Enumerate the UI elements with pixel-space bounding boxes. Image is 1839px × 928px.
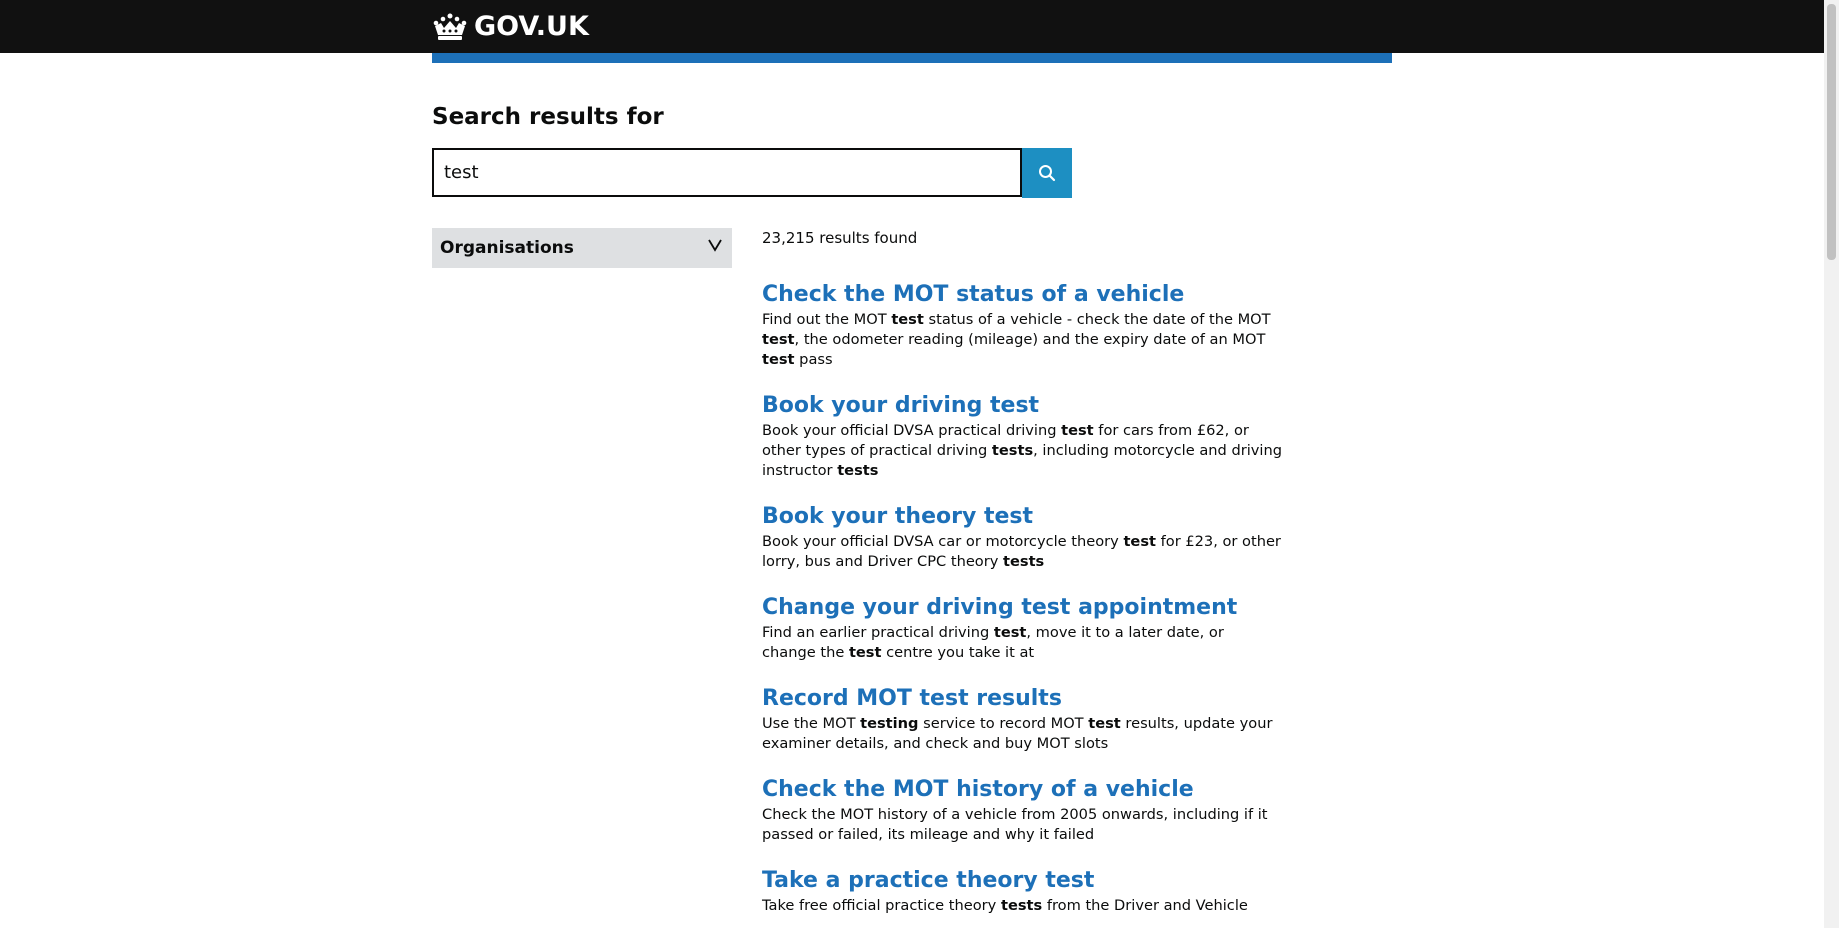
description-text: pass: [794, 351, 833, 368]
results-list: Check the MOT status of a vehicle Find ou…: [762, 280, 1282, 928]
description-text: Book your official DVSA practical drivin…: [762, 422, 1062, 439]
highlighted-term: tests: [991, 442, 1034, 459]
description-text: Find out the MOT: [762, 311, 892, 328]
search-result-title-link[interactable]: Book your driving test: [762, 391, 1282, 421]
crown-icon: [433, 13, 467, 40]
description-text: from the Driver and Vehicle: [1042, 897, 1248, 914]
search-icon: [1039, 165, 1056, 182]
organisations-filter-toggle[interactable]: Organisations: [432, 228, 732, 268]
search-result-description: Use the MOT testing service to record MO…: [762, 714, 1282, 754]
search-result: Change your driving test appointment Find…: [762, 593, 1282, 663]
search-result-title-link[interactable]: Record MOT test results: [762, 684, 1282, 714]
header-accent-bar: [432, 53, 1392, 63]
description-text: Use the MOT: [762, 715, 861, 732]
search-result-description: Check the MOT history of a vehicle from …: [762, 805, 1282, 845]
page-scrollbar[interactable]: [1824, 0, 1839, 928]
highlighted-term: test: [891, 311, 924, 328]
chevron-down-icon: [708, 239, 722, 252]
scrollbar-thumb[interactable]: [1827, 4, 1836, 260]
search-result-title-link[interactable]: Change your driving test appointment: [762, 593, 1282, 623]
search-button[interactable]: [1022, 148, 1072, 198]
search-result: Check the MOT history of a vehicle Check …: [762, 775, 1282, 845]
page-title: Search results for: [432, 104, 664, 130]
search-result-description: Find an earlier practical driving test, …: [762, 623, 1282, 663]
search-result-description: Book your official DVSA practical drivin…: [762, 421, 1282, 481]
search-result-description: Book your official DVSA car or motorcycl…: [762, 532, 1282, 572]
highlighted-term: tests: [1000, 897, 1043, 914]
search-result-title-link[interactable]: Check the MOT history of a vehicle: [762, 775, 1282, 805]
description-text: Find an earlier practical driving: [762, 624, 994, 641]
description-text: service to record MOT: [918, 715, 1089, 732]
description-text: Take free official practice theory: [762, 897, 1001, 914]
description-text: Book your official DVSA car or motorcycl…: [762, 533, 1124, 550]
highlighted-term: test: [1123, 533, 1156, 550]
search-result-title-link[interactable]: Check the MOT status of a vehicle: [762, 280, 1282, 310]
description-text: , the odometer reading (mileage) and the…: [794, 331, 1266, 348]
search-result: Book your theory test Book your official …: [762, 502, 1282, 572]
description-text: centre you take it at: [881, 644, 1035, 661]
highlighted-term: tests: [1003, 553, 1045, 570]
search-result-title-link[interactable]: Book your theory test: [762, 502, 1282, 532]
search-result-description: Find out the MOT test status of a vehicl…: [762, 310, 1282, 370]
page: GOV.UK Search results for Organisations …: [0, 0, 1839, 928]
description-text: Check the MOT history of a vehicle from …: [762, 806, 1268, 843]
search-input[interactable]: [432, 148, 1022, 197]
highlighted-term: tests: [837, 462, 879, 479]
search-result: Record MOT test results Use the MOT testi…: [762, 684, 1282, 754]
search-result-description: Take free official practice theory tests…: [762, 896, 1282, 916]
search-result: Book your driving test Book your official…: [762, 391, 1282, 481]
highlighted-term: test: [762, 331, 795, 348]
site-header: GOV.UK: [0, 0, 1824, 53]
highlighted-term: test: [1088, 715, 1121, 732]
highlighted-term: test: [848, 644, 882, 661]
highlighted-term: test: [762, 351, 795, 368]
organisations-filter-label: Organisations: [440, 238, 574, 258]
highlighted-term: test: [993, 624, 1027, 641]
govuk-logo-link[interactable]: GOV.UK: [432, 0, 589, 53]
results-count: 23,215 results found: [762, 229, 918, 247]
logo-text: GOV.UK: [474, 11, 589, 42]
search-result: Take a practice theory test Take free off…: [762, 866, 1282, 916]
search-result-title-link[interactable]: Take a practice theory test: [762, 866, 1282, 896]
highlighted-term: test: [1061, 422, 1094, 439]
search-result: Check the MOT status of a vehicle Find ou…: [762, 280, 1282, 370]
highlighted-term: testing: [860, 715, 919, 732]
description-text: status of a vehicle - check the date of …: [923, 311, 1271, 328]
